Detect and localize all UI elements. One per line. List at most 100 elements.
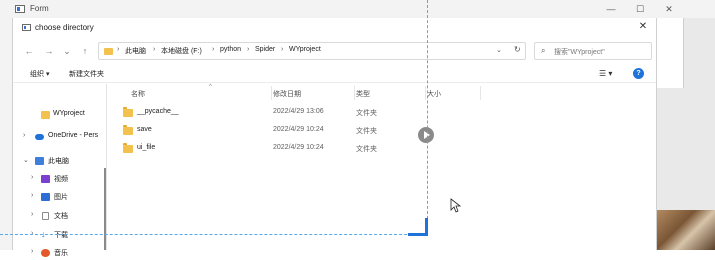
file-list-header: ^ 名称 修改日期 类型 大小 — [108, 84, 656, 102]
file-row[interactable]: ui_file 2022/4/29 10:24 文件夹 — [108, 140, 438, 158]
breadcrumb-separator: › — [212, 46, 215, 53]
breadcrumb-this-pc[interactable]: 此电脑 — [125, 46, 146, 56]
selection-edge-vertical — [427, 0, 428, 234]
folder-icon — [104, 48, 113, 55]
column-type[interactable]: 类型 — [356, 89, 370, 99]
breadcrumb-wyproject[interactable]: WYproject — [289, 46, 321, 53]
organize-button[interactable]: 组织 ▾ — [30, 69, 49, 79]
sidebar-item-label: 此电脑 — [48, 158, 69, 165]
mouse-cursor-icon — [450, 198, 462, 213]
pictures-icon — [41, 193, 50, 201]
file-row[interactable]: __pycache__ 2022/4/29 13:06 文件夹 — [108, 104, 438, 122]
sort-ascending-icon: ^ — [209, 84, 212, 90]
breadcrumb-spider[interactable]: Spider — [255, 46, 275, 53]
music-icon — [41, 249, 50, 257]
form-window: Form — ☐ ✕ choose directory ✕ ← → ⌄ ↑ › … — [0, 0, 715, 257]
sidebar-item-documents[interactable]: › 文档 — [13, 209, 105, 223]
selection-edge-horizontal — [0, 234, 427, 235]
sidebar-item-label: 文档 — [54, 213, 68, 220]
column-modified[interactable]: 修改日期 — [273, 89, 301, 99]
form-close-button[interactable]: ✕ — [655, 2, 683, 16]
sidebar-item-label: 视频 — [54, 176, 68, 183]
sidebar-item-downloads[interactable]: › ↓ 下载 — [13, 228, 105, 242]
dialog-close-button[interactable]: ✕ — [633, 20, 653, 34]
file-name: ui_file — [137, 144, 156, 151]
up-button[interactable]: ↑ — [79, 45, 91, 57]
sidebar-item-label: WYproject — [53, 110, 85, 117]
file-modified: 2022/4/29 13:06 — [273, 108, 324, 115]
background-panel — [656, 18, 684, 88]
recent-locations-button[interactable]: ⌄ — [61, 45, 73, 57]
breadcrumb-drive-f[interactable]: 本地磁盘 (F:) — [161, 46, 202, 56]
cloud-icon — [35, 134, 44, 140]
sidebar-item-label: 图片 — [54, 194, 68, 201]
navigation-pane: WYproject › OneDrive - Pers ⌄ 此电脑 › 视频 ›… — [13, 84, 107, 257]
chevron-right-icon[interactable]: › — [31, 192, 33, 199]
dialog-icon — [22, 24, 31, 31]
address-history-dropdown[interactable]: ⌄ — [496, 46, 502, 54]
play-icon[interactable] — [418, 127, 434, 143]
form-titlebar[interactable]: Form — ☐ ✕ — [0, 0, 715, 18]
breadcrumb-separator: › — [117, 46, 120, 53]
view-options-button[interactable]: ☰ ▾ — [599, 69, 612, 78]
navigation-bar: ← → ⌄ ↑ › 此电脑 › 本地磁盘 (F:) › python › Spi… — [13, 40, 656, 62]
file-name: save — [137, 126, 152, 133]
form-window-icon — [15, 5, 25, 13]
chevron-right-icon[interactable]: › — [31, 211, 33, 218]
search-placeholder: 搜索"WYproject" — [554, 49, 605, 56]
file-type: 文件夹 — [356, 128, 377, 135]
breadcrumb-separator: › — [153, 46, 156, 53]
chevron-right-icon[interactable]: › — [23, 132, 25, 139]
folder-icon — [41, 111, 50, 119]
search-icon: ⌕ — [541, 46, 546, 55]
sidebar-item-pictures[interactable]: › 图片 — [13, 190, 105, 204]
sidebar-item-music[interactable]: › 音乐 — [13, 246, 105, 260]
file-name: __pycache__ — [137, 108, 179, 115]
file-modified: 2022/4/29 10:24 — [273, 126, 324, 133]
folder-icon — [123, 143, 133, 153]
sidebar-item-label: OneDrive - Pers — [48, 132, 99, 139]
command-bar: 组织 ▾ 新建文件夹 ☰ ▾ ? — [13, 66, 656, 83]
minimize-button[interactable]: — — [597, 2, 625, 16]
video-icon — [41, 175, 50, 183]
sidebar-item-this-pc[interactable]: ⌄ 此电脑 — [13, 154, 105, 168]
sidebar-item-label: 下载 — [54, 232, 68, 239]
column-size[interactable]: 大小 — [427, 89, 441, 99]
file-modified: 2022/4/29 10:24 — [273, 144, 324, 151]
column-divider[interactable] — [271, 86, 272, 100]
documents-icon — [42, 212, 49, 220]
selection-corner-handle[interactable] — [408, 233, 428, 236]
folder-icon — [123, 107, 133, 117]
dialog-titlebar[interactable]: choose directory ✕ — [13, 18, 656, 36]
column-divider[interactable] — [425, 86, 426, 100]
back-button[interactable]: ← — [23, 45, 35, 57]
chevron-right-icon[interactable]: › — [31, 248, 33, 255]
column-divider[interactable] — [354, 86, 355, 100]
sidebar-item-videos[interactable]: › 视频 — [13, 172, 105, 186]
new-folder-button[interactable]: 新建文件夹 — [69, 69, 104, 79]
sidebar-item-onedrive[interactable]: › OneDrive - Pers — [13, 130, 105, 144]
sidebar-scrollbar[interactable] — [104, 168, 106, 250]
sidebar-item-wyproject[interactable]: WYproject — [13, 108, 105, 122]
breadcrumb-python[interactable]: python — [220, 46, 241, 53]
maximize-button[interactable]: ☐ — [626, 2, 654, 16]
background-window — [656, 18, 715, 250]
chevron-down-icon[interactable]: ⌄ — [23, 156, 29, 164]
file-row[interactable]: save 2022/4/29 10:24 文件夹 — [108, 122, 438, 140]
file-type: 文件夹 — [356, 110, 377, 117]
breadcrumb-separator: › — [247, 46, 250, 53]
address-bar[interactable]: › 此电脑 › 本地磁盘 (F:) › python › Spider › WY… — [98, 42, 526, 60]
chevron-right-icon[interactable]: › — [31, 174, 33, 181]
column-divider[interactable] — [480, 86, 481, 100]
breadcrumb-separator: › — [281, 46, 284, 53]
search-box[interactable]: ⌕ 搜索"WYproject" — [534, 42, 652, 60]
forward-button[interactable]: → — [43, 45, 55, 57]
folder-icon — [123, 125, 133, 135]
computer-icon — [35, 157, 44, 165]
file-type: 文件夹 — [356, 146, 377, 153]
choose-directory-dialog: choose directory ✕ ← → ⌄ ↑ › 此电脑 › 本地磁盘 … — [12, 18, 657, 257]
background-photo — [656, 210, 715, 250]
help-icon[interactable]: ? — [633, 68, 644, 79]
column-name[interactable]: 名称 — [131, 89, 145, 99]
refresh-icon[interactable]: ↻ — [514, 45, 521, 54]
